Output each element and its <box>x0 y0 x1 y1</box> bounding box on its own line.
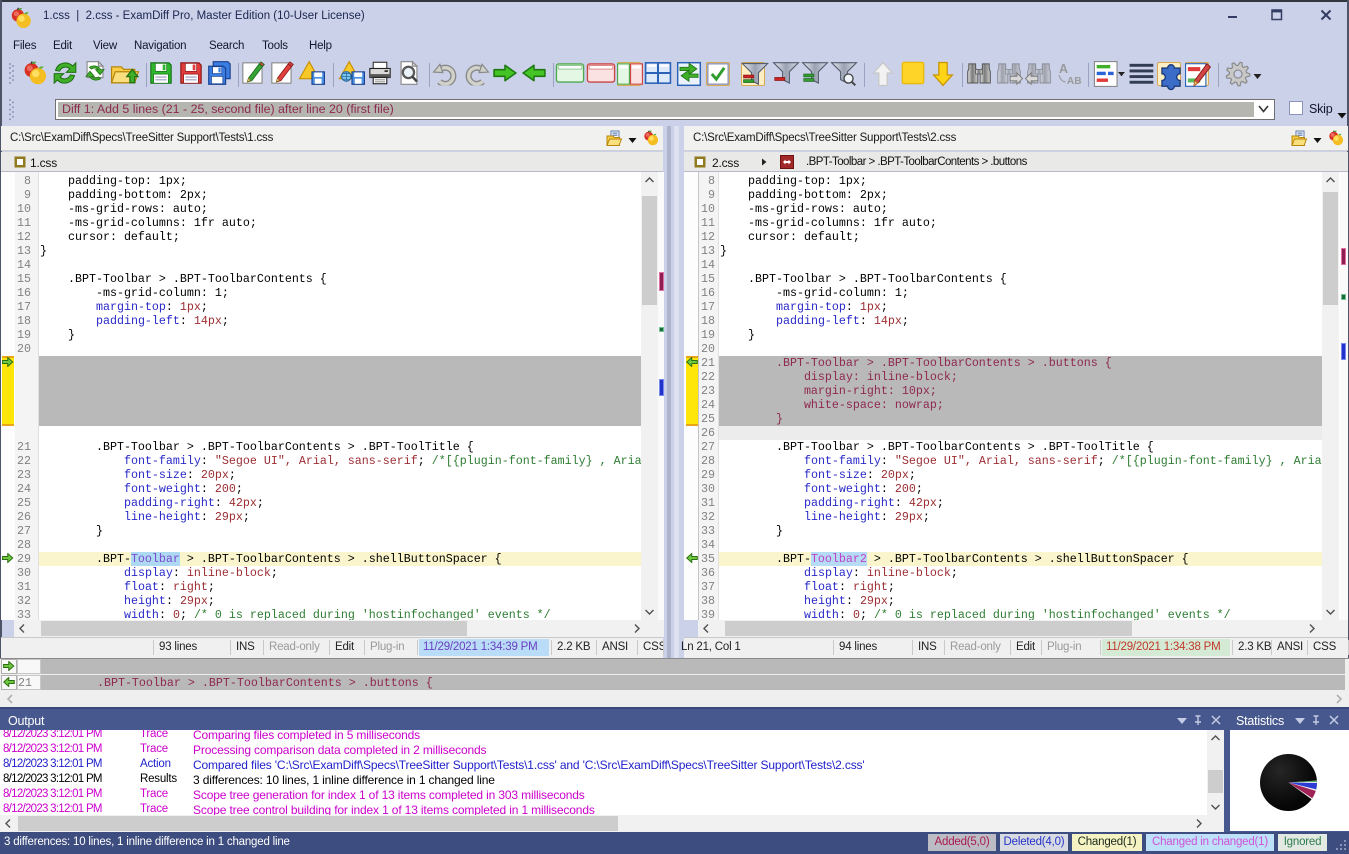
svg-text:AB: AB <box>1067 76 1082 87</box>
svg-text:A: A <box>1059 62 1068 76</box>
